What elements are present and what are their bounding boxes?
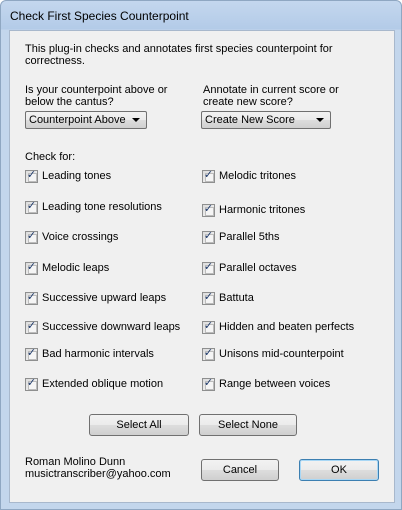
title-bar[interactable]: Check First Species Counterpoint bbox=[1, 1, 401, 29]
check-mark-icon: ✓ bbox=[203, 291, 214, 303]
checkbox-label: Battuta bbox=[219, 292, 254, 304]
check-mark-icon: ✓ bbox=[26, 320, 37, 332]
checkbox-label: Unisons mid-counterpoint bbox=[219, 348, 344, 360]
ok-button[interactable]: OK bbox=[299, 459, 379, 481]
annotate-dropdown[interactable]: Create New Score bbox=[201, 111, 331, 129]
position-question: Is your counterpoint above or below the … bbox=[25, 84, 168, 108]
check-mark-icon: ✓ bbox=[203, 347, 214, 359]
check-mark-icon: ✓ bbox=[26, 261, 37, 273]
dialog-client-area: This plug-in checks and annotates first … bbox=[9, 30, 395, 503]
checkbox-label: Successive upward leaps bbox=[42, 292, 167, 304]
checkbox-label: Leading tones bbox=[42, 170, 112, 182]
check-mark-icon: ✓ bbox=[26, 377, 37, 389]
checkbox-label: Voice crossings bbox=[42, 231, 119, 243]
check-mark-icon: ✓ bbox=[203, 320, 214, 332]
checkbox-label: Harmonic tritones bbox=[219, 204, 306, 216]
check-mark-icon: ✓ bbox=[203, 169, 214, 181]
check-mark-icon: ✓ bbox=[26, 230, 37, 242]
annotate-dropdown-value: Create New Score bbox=[205, 114, 295, 126]
plugin-description: This plug-in checks and annotates first … bbox=[25, 43, 333, 67]
select-all-button[interactable]: Select All bbox=[89, 414, 189, 436]
position-dropdown-value: Counterpoint Above bbox=[29, 114, 126, 126]
check-mark-icon: ✓ bbox=[26, 200, 37, 212]
author-name: Roman Molino Dunn bbox=[25, 456, 126, 468]
check-for-label: Check for: bbox=[25, 151, 76, 163]
check-mark-icon: ✓ bbox=[203, 261, 214, 273]
check-mark-icon: ✓ bbox=[203, 230, 214, 242]
checkbox-label: Successive downward leaps bbox=[42, 321, 181, 333]
checkbox-label: Hidden and beaten perfects bbox=[219, 321, 355, 333]
checkbox-label: Melodic leaps bbox=[42, 262, 110, 274]
author-email: musictranscriber@yahoo.com bbox=[25, 468, 171, 480]
chevron-down-icon bbox=[132, 118, 140, 122]
checkbox-label: Parallel octaves bbox=[219, 262, 297, 274]
check-mark-icon: ✓ bbox=[26, 347, 37, 359]
select-none-button[interactable]: Select None bbox=[199, 414, 297, 436]
checkbox-label: Bad harmonic intervals bbox=[42, 348, 154, 360]
window-title: Check First Species Counterpoint bbox=[10, 9, 189, 23]
check-mark-icon: ✓ bbox=[26, 291, 37, 303]
annotate-question: Annotate in current score or create new … bbox=[203, 84, 339, 108]
checkbox-label: Parallel 5ths bbox=[219, 231, 280, 243]
check-mark-icon: ✓ bbox=[203, 377, 214, 389]
checkbox-label: Range between voices bbox=[219, 378, 331, 390]
checkbox-label: Melodic tritones bbox=[219, 170, 297, 182]
check-mark-icon: ✓ bbox=[26, 169, 37, 181]
checkbox-label: Leading tone resolutions bbox=[42, 201, 162, 213]
cancel-button[interactable]: Cancel bbox=[201, 459, 279, 481]
checkbox-label: Extended oblique motion bbox=[42, 378, 164, 390]
chevron-down-icon bbox=[316, 118, 324, 122]
check-mark-icon: ✓ bbox=[203, 203, 214, 215]
position-dropdown[interactable]: Counterpoint Above bbox=[25, 111, 147, 129]
dialog-window: Check First Species Counterpoint This pl… bbox=[0, 0, 402, 510]
